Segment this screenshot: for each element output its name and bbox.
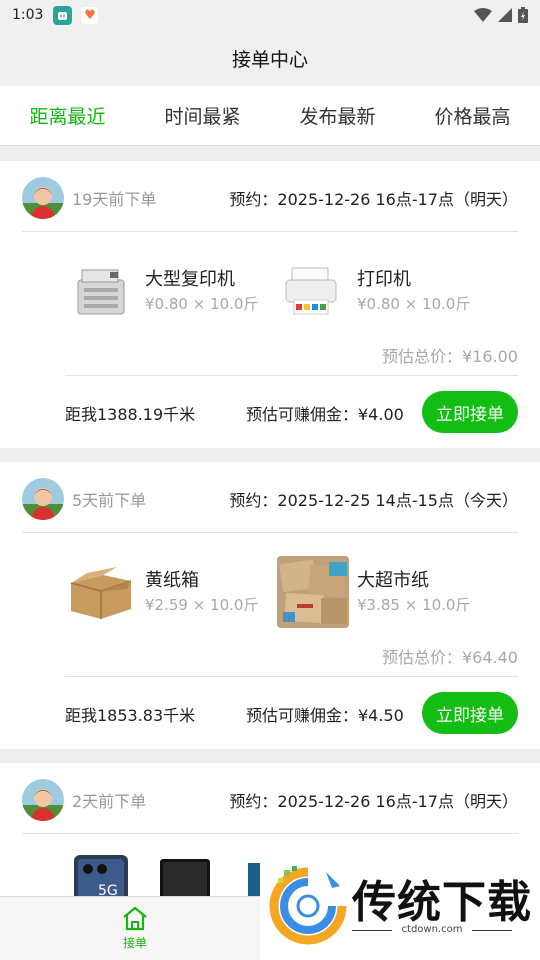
- signal-icon: [498, 8, 512, 22]
- order-time-ago: 19天前下单: [72, 190, 157, 209]
- estimated-commission: 预估可赚佣金：¥4.50: [246, 706, 404, 725]
- phone-image: 5G: [72, 855, 130, 896]
- order-header: 5天前下单 预约：2025-12-25 14点-15点（今天）: [22, 478, 518, 520]
- home-icon: [123, 906, 147, 931]
- item-name: 大超市纸: [357, 570, 429, 591]
- sort-tabs: 距离最近 时间最紧 发布最新 价格最高: [0, 86, 540, 146]
- item-price: ¥0.80 × 10.0斤: [357, 295, 471, 313]
- divider: [22, 833, 518, 834]
- svg-text:5G: 5G: [98, 883, 118, 896]
- watermark-emblem: [269, 866, 347, 945]
- printer-image: [277, 255, 349, 327]
- accept-order-button[interactable]: 立即接单: [422, 692, 518, 734]
- nav-item-orders[interactable]: 接单: [105, 905, 165, 955]
- order-card: 19天前下单 预约：2025-12-26 16点-17点（明天） 大型复印机 ¥…: [0, 161, 540, 448]
- order-time-ago: 2天前下单: [72, 792, 147, 811]
- page-header: 接单中心: [0, 30, 540, 86]
- divider: [65, 375, 518, 376]
- item-price: ¥3.85 × 10.0斤: [357, 596, 471, 614]
- tab-highest-price[interactable]: 价格最高: [405, 86, 540, 145]
- item-price: ¥2.59 × 10.0斤: [145, 596, 259, 614]
- item-name: 黄纸箱: [145, 570, 199, 591]
- copier-image: [65, 255, 137, 327]
- avatar: [22, 177, 64, 219]
- status-bar: 1:03 ♥: [0, 0, 540, 30]
- avatar: [22, 779, 64, 821]
- watermark-site: ctdown.com: [401, 924, 463, 935]
- watermark-title: 传统下载: [352, 877, 532, 928]
- order-item: 打印机 ¥0.80 × 10.0斤: [277, 253, 477, 329]
- status-indicators: [474, 7, 528, 23]
- watermark-logo: 传统下载 ctdown.com: [260, 852, 540, 960]
- avatar: [22, 478, 64, 520]
- item-name: 打印机: [357, 269, 411, 290]
- item-name: 大型复印机: [145, 269, 235, 290]
- divider: [22, 532, 518, 533]
- item-price: ¥0.80 × 10.0斤: [145, 295, 259, 313]
- distance: 距我1853.83千米: [65, 706, 196, 725]
- order-time-ago: 5天前下单: [72, 491, 147, 510]
- monitor-image: [158, 859, 212, 896]
- cardboard-box-image: [65, 556, 137, 628]
- divider: [22, 231, 518, 232]
- distance: 距我1388.19千米: [65, 405, 196, 424]
- order-item: 黄纸箱 ¥2.59 × 10.0斤: [65, 554, 265, 630]
- tab-most-urgent[interactable]: 时间最紧: [135, 86, 270, 145]
- appointment-time: 预约：2025-12-25 14点-15点（今天）: [229, 491, 518, 510]
- nav-label: 接单: [122, 936, 147, 950]
- flattened-boxes-image: [277, 556, 349, 628]
- order-item: 大超市纸 ¥3.85 × 10.0斤: [277, 554, 477, 630]
- estimated-commission: 预估可赚佣金：¥4.00: [246, 405, 404, 424]
- battery-icon: [518, 7, 528, 23]
- tab-nearest[interactable]: 距离最近: [0, 86, 135, 145]
- tab-newest[interactable]: 发布最新: [270, 86, 405, 145]
- estimated-total: 预估总价：¥16.00: [382, 347, 518, 366]
- device-image: [244, 863, 260, 896]
- order-item: 大型复印机 ¥0.80 × 10.0斤: [65, 253, 265, 329]
- order-header: 19天前下单 预约：2025-12-26 16点-17点（明天）: [22, 177, 518, 219]
- order-card: 5天前下单 预约：2025-12-25 14点-15点（今天） 黄纸箱 ¥2.5…: [0, 462, 540, 749]
- page-title: 接单中心: [231, 48, 308, 71]
- divider: [65, 676, 518, 677]
- heart-app-icon: ♥: [80, 5, 100, 25]
- appointment-time: 预约：2025-12-26 16点-17点（明天）: [229, 792, 518, 811]
- accept-order-button[interactable]: 立即接单: [422, 391, 518, 433]
- wifi-icon: [474, 8, 492, 22]
- app-notification-icon: [53, 5, 73, 25]
- order-header: 2天前下单 预约：2025-12-26 16点-17点（明天）: [22, 779, 518, 821]
- estimated-total: 预估总价：¥64.40: [382, 648, 518, 667]
- status-time: 1:03: [12, 7, 44, 23]
- appointment-time: 预约：2025-12-26 16点-17点（明天）: [229, 190, 518, 209]
